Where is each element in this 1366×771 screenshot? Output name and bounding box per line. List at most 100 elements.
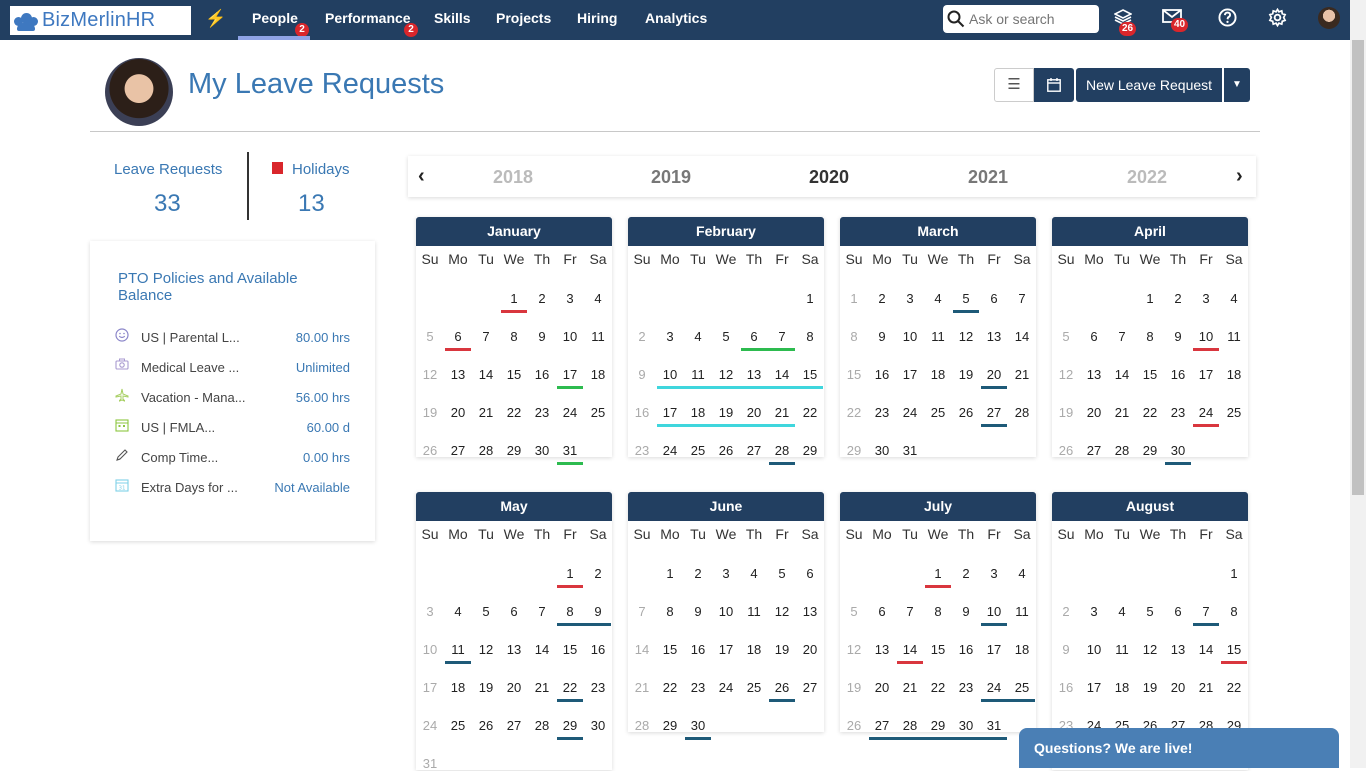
calendar-day[interactable]: 22 <box>556 680 584 695</box>
year-option[interactable]: 2019 <box>651 167 691 188</box>
calendar-day[interactable]: 25 <box>924 405 952 420</box>
calendar-day[interactable]: 12 <box>768 604 796 619</box>
calendar-day[interactable]: 26 <box>840 718 868 733</box>
calendar-day[interactable]: 28 <box>1008 405 1036 420</box>
pto-policy-row[interactable]: US | Parental L... 80.00 hrs <box>114 328 350 348</box>
prev-year-arrow-icon[interactable]: ‹ <box>418 165 425 188</box>
calendar-day[interactable]: 10 <box>1192 329 1220 344</box>
calendar-day[interactable]: 8 <box>1220 604 1248 619</box>
calendar-day[interactable]: 26 <box>768 680 796 695</box>
calendar-day[interactable]: 6 <box>980 291 1008 306</box>
calendar-day[interactable]: 28 <box>472 443 500 458</box>
calendar-day[interactable]: 7 <box>1192 604 1220 619</box>
calendar-day[interactable]: 1 <box>1220 566 1248 581</box>
calendar-day[interactable]: 30 <box>528 443 556 458</box>
calendar-day[interactable]: 21 <box>1008 367 1036 382</box>
calendar-day[interactable]: 6 <box>1080 329 1108 344</box>
calendar-day[interactable]: 21 <box>472 405 500 420</box>
calendar-day[interactable]: 4 <box>1008 566 1036 581</box>
pto-policy-row[interactable]: US | FMLA... 60.00 d <box>114 418 350 438</box>
calendar-day[interactable]: 2 <box>1164 291 1192 306</box>
calendar-day[interactable]: 25 <box>444 718 472 733</box>
calendar-day[interactable]: 11 <box>1008 604 1036 619</box>
calendar-day[interactable]: 10 <box>656 367 684 382</box>
nav-analytics[interactable]: Analytics <box>645 10 707 26</box>
calendar-day[interactable]: 13 <box>444 367 472 382</box>
calendar-day[interactable]: 11 <box>740 604 768 619</box>
calendar-day[interactable]: 24 <box>556 405 584 420</box>
calendar-day[interactable]: 22 <box>656 680 684 695</box>
calendar-view-button[interactable] <box>1034 68 1074 102</box>
calendar-day[interactable]: 22 <box>924 680 952 695</box>
calendar-day[interactable]: 14 <box>768 367 796 382</box>
calendar-day[interactable]: 11 <box>684 367 712 382</box>
calendar-day[interactable]: 5 <box>1052 329 1080 344</box>
calendar-day[interactable]: 19 <box>472 680 500 695</box>
calendar-day[interactable]: 3 <box>712 566 740 581</box>
search-input[interactable] <box>969 11 1089 27</box>
calendar-day[interactable]: 12 <box>472 642 500 657</box>
calendar-day[interactable]: 29 <box>924 718 952 733</box>
calendar-day[interactable]: 18 <box>1220 367 1248 382</box>
calendar-day[interactable]: 2 <box>952 566 980 581</box>
calendar-day[interactable]: 6 <box>1164 604 1192 619</box>
calendar-day[interactable]: 7 <box>896 604 924 619</box>
calendar-day[interactable]: 20 <box>796 642 824 657</box>
calendar-day[interactable]: 18 <box>740 642 768 657</box>
calendar-day[interactable]: 27 <box>796 680 824 695</box>
calendar-day[interactable]: 4 <box>444 604 472 619</box>
calendar-day[interactable]: 6 <box>796 566 824 581</box>
calendar-day[interactable]: 27 <box>868 718 896 733</box>
calendar-day[interactable]: 16 <box>1164 367 1192 382</box>
calendar-day[interactable]: 14 <box>472 367 500 382</box>
year-option[interactable]: 2018 <box>493 167 533 188</box>
calendar-day[interactable]: 13 <box>980 329 1008 344</box>
calendar-day[interactable]: 4 <box>584 291 612 306</box>
calendar-day[interactable]: 1 <box>924 566 952 581</box>
calendar-day[interactable]: 3 <box>1192 291 1220 306</box>
calendar-day[interactable]: 17 <box>416 680 444 695</box>
calendar-day[interactable]: 20 <box>1164 680 1192 695</box>
calendar-day[interactable]: 25 <box>584 405 612 420</box>
calendar-day[interactable]: 21 <box>528 680 556 695</box>
calendar-day[interactable]: 26 <box>416 443 444 458</box>
gear-icon[interactable] <box>1268 7 1287 32</box>
calendar-day[interactable]: 22 <box>1220 680 1248 695</box>
calendar-day[interactable]: 15 <box>556 642 584 657</box>
calendar-day[interactable]: 17 <box>896 367 924 382</box>
calendar-day[interactable]: 30 <box>952 718 980 733</box>
calendar-day[interactable]: 14 <box>1108 367 1136 382</box>
help-icon[interactable] <box>1218 8 1237 32</box>
calendar-day[interactable]: 1 <box>840 291 868 306</box>
calendar-day[interactable]: 13 <box>796 604 824 619</box>
calendar-day[interactable]: 4 <box>740 566 768 581</box>
calendar-day[interactable]: 8 <box>1136 329 1164 344</box>
calendar-day[interactable]: 15 <box>500 367 528 382</box>
calendar-day[interactable]: 23 <box>1164 405 1192 420</box>
calendar-day[interactable]: 17 <box>980 642 1008 657</box>
calendar-day[interactable]: 26 <box>952 405 980 420</box>
calendar-day[interactable]: 18 <box>1008 642 1036 657</box>
calendar-day[interactable]: 16 <box>584 642 612 657</box>
calendar-day[interactable]: 27 <box>1080 443 1108 458</box>
calendar-day[interactable]: 29 <box>556 718 584 733</box>
calendar-day[interactable]: 17 <box>1080 680 1108 695</box>
calendar-day[interactable]: 7 <box>1008 291 1036 306</box>
calendar-day[interactable]: 2 <box>1052 604 1080 619</box>
leave-requests-label[interactable]: Leave Requests <box>114 161 222 178</box>
calendar-day[interactable]: 30 <box>1164 443 1192 458</box>
calendar-day[interactable]: 16 <box>684 642 712 657</box>
calendar-day[interactable]: 16 <box>868 367 896 382</box>
new-request-dropdown-button[interactable]: ▼ <box>1224 68 1250 102</box>
user-avatar[interactable] <box>1318 7 1340 29</box>
calendar-day[interactable]: 11 <box>1108 642 1136 657</box>
calendar-day[interactable]: 12 <box>1052 367 1080 382</box>
calendar-day[interactable]: 27 <box>740 443 768 458</box>
calendar-day[interactable]: 18 <box>1108 680 1136 695</box>
calendar-day[interactable]: 11 <box>924 329 952 344</box>
calendar-day[interactable]: 17 <box>1192 367 1220 382</box>
search-box[interactable] <box>943 5 1099 33</box>
calendar-day[interactable]: 5 <box>416 329 444 344</box>
calendar-day[interactable]: 15 <box>656 642 684 657</box>
calendar-day[interactable]: 2 <box>868 291 896 306</box>
